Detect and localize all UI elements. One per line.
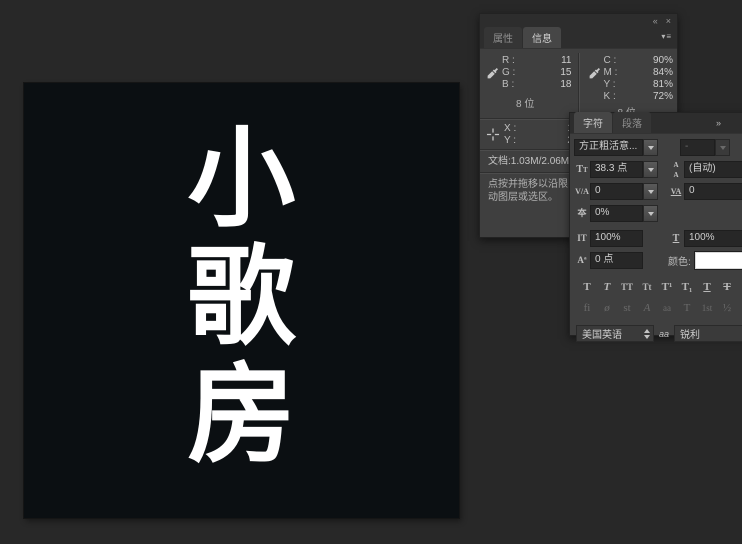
baseline-shift-icon: Aª [574,256,590,265]
character-panel: 字符 段落 » 方正粗活意... - TT 38.3 点 AA (自动) V/A [569,112,742,336]
font-size-field[interactable]: 38.3 点 [590,161,643,178]
bit-depth-label: 8 位 [502,95,572,110]
kerning-field[interactable]: 0 [590,183,643,200]
standard-ligatures-icon: fi [578,300,596,316]
kerning-dropdown-icon[interactable] [643,183,658,200]
leading-icon: AA [668,160,684,180]
eyedropper-icon [486,67,499,80]
language-select[interactable]: 美国英语 [576,325,654,342]
channel-label: G : [502,67,515,79]
contextual-alternates-icon: ø [598,300,616,316]
channel-label: K : [604,91,616,103]
channel-value: 18 [560,79,571,91]
text-color-swatch[interactable] [695,252,742,269]
vertical-scale-icon: IT [574,234,590,243]
stylistic-alternates-icon: aa [658,300,676,316]
faux-bold-button[interactable]: T [578,279,596,295]
vertical-scale-field[interactable]: 100% [590,230,643,247]
character-panel-tabbar: 字符 段落 » [570,113,742,134]
canvas-text-char: 歌 [187,239,295,357]
font-style-dropdown-icon [715,139,730,156]
x-label: X : [504,123,516,135]
canvas-text-char: 小 [187,121,295,239]
canvas-text-char: 房 [187,357,295,475]
cmyk-readout: C :90% M :84% Y :81% K :72% 8 位 [582,53,678,118]
faux-italic-button[interactable]: T [598,279,616,295]
updown-arrow-icon [640,329,653,339]
channel-label: C : [604,55,617,67]
subscript-button[interactable]: T₁ [678,279,696,295]
proportional-spacing-field[interactable]: 0% [590,205,643,222]
channel-value: 11 [561,55,571,67]
proportional-spacing-dropdown-icon[interactable] [643,205,658,222]
crosshair-icon [486,128,500,141]
tab-character[interactable]: 字符 [574,112,612,133]
font-family-field[interactable]: 方正粗活意... [574,139,643,156]
ordinals-icon: 1st [698,300,716,316]
fractions-icon: ½ [718,300,736,316]
channel-value: 84% [653,67,673,79]
horizontal-scale-icon: T [668,234,684,243]
proportional-spacing-icon: 夲 [574,209,590,218]
horizontal-scale-field[interactable]: 100% [684,230,742,247]
channel-value: 15 [560,67,571,79]
eyedropper-icon [588,67,601,80]
channel-label: M : [604,67,618,79]
discretionary-ligatures-icon: st [618,300,636,316]
tab-paragraph[interactable]: 段落 [613,112,651,133]
antialias-icon: aa [656,329,672,339]
panel-menu-icon[interactable]: ▾≡ [661,32,672,41]
font-size-icon: TT [574,165,590,175]
font-size-dropdown-icon[interactable] [643,161,658,178]
divider [578,53,580,118]
collapse-panel-icon[interactable]: « [653,16,658,26]
close-panel-icon[interactable]: × [666,16,671,26]
strikethrough-button[interactable]: T [718,279,736,295]
underline-button[interactable]: T [698,279,716,295]
superscript-button[interactable]: T¹ [658,279,676,295]
channel-value: 81% [653,79,673,91]
kerning-icon: V/A [574,187,590,196]
channel-value: 72% [653,91,673,103]
channel-value: 90% [653,55,673,67]
tracking-field[interactable]: 0 [684,183,742,200]
expand-panel-icon[interactable]: » [716,118,720,128]
font-family-dropdown-icon[interactable] [643,139,658,156]
small-caps-button[interactable]: Tt [638,279,656,295]
rgb-readout: R : 11 G : 15 B : 18 8 位 [480,53,576,118]
font-style-field: - [680,139,715,156]
channel-label: Y : [604,79,616,91]
tab-info[interactable]: 信息 [523,27,561,48]
tab-properties[interactable]: 属性 [484,27,522,48]
titling-alternates-icon: T [678,300,696,316]
document-canvas[interactable]: 小 歌 房 [24,83,459,518]
swash-icon: A [638,300,656,316]
tracking-icon: VA [668,187,684,196]
info-panel-tabbar: 属性 信息 ▾≡ [480,28,677,49]
baseline-shift-field[interactable]: 0 点 [590,252,643,269]
info-panel-titlebar[interactable]: « × [480,14,677,28]
text-color-label: 颜色: [668,253,691,268]
channel-label: B : [502,79,514,91]
all-caps-button[interactable]: TT [618,279,636,295]
leading-field[interactable]: (自动) [684,161,742,178]
channel-label: R : [502,55,515,67]
y-label: Y : [504,135,516,147]
antialias-select[interactable]: 锐利 [674,325,742,342]
